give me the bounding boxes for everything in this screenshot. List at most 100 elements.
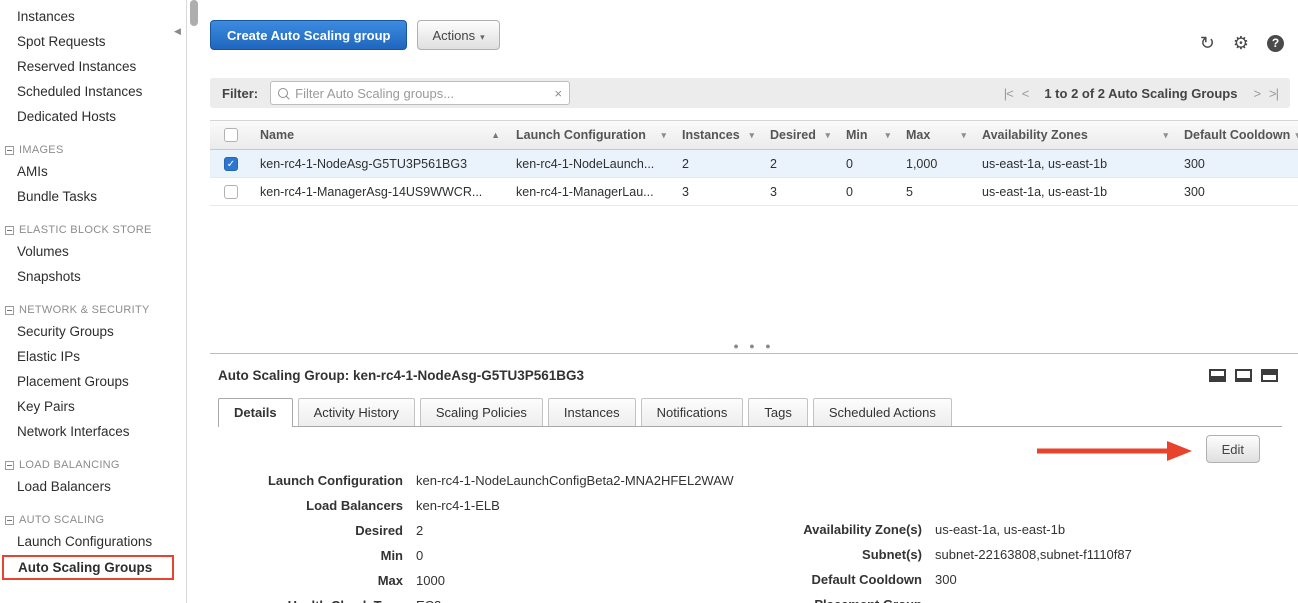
- detail-field-min: Min0: [218, 548, 732, 564]
- collapse-section-icon: [5, 146, 14, 155]
- column-label: Default Cooldown: [1184, 128, 1290, 142]
- tab-scheduled-actions[interactable]: Scheduled Actions: [813, 398, 952, 426]
- pagination-text: 1 to 2 of 2 Auto Scaling Groups: [1044, 86, 1237, 101]
- column-header-instances[interactable]: Instances ▾: [674, 121, 762, 149]
- sidebar-section-header-elastic-block-store[interactable]: ELASTIC BLOCK STORE: [5, 224, 186, 236]
- sidebar-section-header-network-security[interactable]: NETWORK & SECURITY: [5, 304, 186, 316]
- table-row-ken-rc4-1-nodeasg-g5tu3p561bg3[interactable]: ✓ken-rc4-1-NodeAsg-G5TU3P561BG3ken-rc4-1…: [210, 150, 1298, 178]
- actions-button[interactable]: Actions ▾: [417, 20, 499, 50]
- column-header-desired[interactable]: Desired ▾: [762, 121, 838, 149]
- pane-resize-handle[interactable]: ● ● ●: [733, 341, 774, 351]
- row-checkbox-cell: ✓: [210, 150, 252, 177]
- column-label: Instances: [682, 128, 740, 142]
- tab-tags[interactable]: Tags: [748, 398, 807, 426]
- create-auto-scaling-group-button[interactable]: Create Auto Scaling group: [210, 20, 407, 50]
- sidebar-scrollbar-thumb[interactable]: [190, 0, 198, 26]
- field-value: 1000: [416, 573, 445, 589]
- sidebar-item-dedicated-hosts[interactable]: Dedicated Hosts: [0, 104, 186, 129]
- sidebar-item-reserved-instances[interactable]: Reserved Instances: [0, 54, 186, 79]
- detail-field-load-balancers: Load Balancersken-rc4-1-ELB: [218, 498, 732, 514]
- sidebar-item-scheduled-instances[interactable]: Scheduled Instances: [0, 79, 186, 104]
- field-value: subnet-22163808,subnet-f1110f87: [935, 547, 1132, 563]
- column-menu-icon[interactable]: ▾: [749, 130, 754, 141]
- column-header-availability-zones[interactable]: Availability Zones▾: [974, 121, 1176, 149]
- column-menu-icon[interactable]: ▾: [825, 130, 830, 141]
- cell-max: 5: [898, 178, 974, 205]
- field-value: 0: [416, 548, 423, 564]
- column-menu-icon[interactable]: ▾: [1163, 130, 1168, 141]
- help-icon[interactable]: ?: [1267, 35, 1284, 52]
- column-header-default-cooldown[interactable]: Default Cooldown▾: [1176, 121, 1298, 149]
- pane-layout-bottom-icon[interactable]: [1209, 369, 1226, 382]
- last-page-icon[interactable]: >|: [1269, 86, 1278, 101]
- refresh-icon[interactable]: ↻: [1200, 34, 1215, 52]
- next-page-icon[interactable]: >: [1253, 86, 1260, 101]
- cell-max: 1,000: [898, 150, 974, 177]
- actions-button-label: Actions: [432, 28, 475, 43]
- filter-input[interactable]: [295, 86, 548, 101]
- sidebar-section-header-auto-scaling[interactable]: AUTO SCALING: [5, 514, 186, 526]
- row-checkbox-checked-icon[interactable]: ✓: [224, 157, 238, 171]
- detail-field-desired: Desired2: [218, 523, 732, 539]
- sidebar-item-volumes[interactable]: Volumes: [0, 239, 186, 264]
- column-label: Name: [260, 128, 294, 142]
- field-label: Default Cooldown: [732, 572, 922, 588]
- field-label: Launch Configuration: [218, 473, 403, 489]
- column-header-launch-configuration[interactable]: Launch Configuration▾: [508, 121, 674, 149]
- search-icon: [278, 88, 288, 98]
- cell-name: ken-rc4-1-NodeAsg-G5TU3P561BG3: [252, 150, 508, 177]
- prev-page-icon[interactable]: <: [1022, 86, 1029, 101]
- sidebar-item-instances[interactable]: Instances: [0, 4, 186, 29]
- sidebar-section-header-load-balancing[interactable]: LOAD BALANCING: [5, 459, 186, 471]
- tab-activity-history[interactable]: Activity History: [298, 398, 415, 426]
- chevron-down-icon: ▾: [480, 32, 485, 42]
- sidebar-item-load-balancers[interactable]: Load Balancers: [0, 474, 186, 499]
- sidebar-section-header-images[interactable]: IMAGES: [5, 144, 186, 156]
- tab-scaling-policies[interactable]: Scaling Policies: [420, 398, 543, 426]
- settings-gear-icon[interactable]: ⚙: [1233, 34, 1249, 52]
- sidebar-item-network-interfaces[interactable]: Network Interfaces: [0, 419, 186, 444]
- cell-name: ken-rc4-1-ManagerAsg-14US9WWCR...: [252, 178, 508, 205]
- field-label: Load Balancers: [218, 498, 403, 514]
- sidebar-item-placement-groups[interactable]: Placement Groups: [0, 369, 186, 394]
- column-header-max[interactable]: Max▾: [898, 121, 974, 149]
- select-all-checkbox[interactable]: [224, 128, 238, 142]
- column-header-min[interactable]: Min▾: [838, 121, 898, 149]
- details-panel: ● ● ● Auto Scaling Group: ken-rc4-1-Node…: [210, 353, 1298, 603]
- table-row-ken-rc4-1-managerasg-14us9wwcr[interactable]: ken-rc4-1-ManagerAsg-14US9WWCR...ken-rc4…: [210, 178, 1298, 206]
- column-menu-icon[interactable]: ▾: [661, 130, 666, 141]
- collapse-section-icon: [5, 516, 14, 525]
- sidebar-item-spot-requests[interactable]: Spot Requests: [0, 29, 186, 54]
- select-all-cell: [210, 121, 252, 149]
- section-header-label: LOAD BALANCING: [19, 459, 120, 471]
- column-menu-icon[interactable]: ▾: [961, 130, 966, 141]
- column-header-name[interactable]: Name▲: [252, 121, 508, 149]
- row-checkbox-icon[interactable]: [224, 185, 238, 199]
- tab-details[interactable]: Details: [218, 398, 293, 427]
- sidebar-item-amis[interactable]: AMIs: [0, 159, 186, 184]
- sidebar-item-key-pairs[interactable]: Key Pairs: [0, 394, 186, 419]
- sidebar-item-snapshots[interactable]: Snapshots: [0, 264, 186, 289]
- sidebar-item-security-groups[interactable]: Security Groups: [0, 319, 186, 344]
- sidebar-item-bundle-tasks[interactable]: Bundle Tasks: [0, 184, 186, 209]
- pane-layout-split-icon[interactable]: [1235, 369, 1252, 382]
- pane-layout-full-icon[interactable]: [1261, 369, 1278, 382]
- first-page-icon[interactable]: |<: [1004, 86, 1013, 101]
- sidebar-item-launch-configurations[interactable]: Launch Configurations: [0, 529, 186, 554]
- clear-filter-icon[interactable]: ×: [555, 86, 563, 101]
- edit-row: Edit: [218, 427, 1290, 473]
- tab-instances[interactable]: Instances: [548, 398, 636, 426]
- column-label: Desired: [770, 128, 816, 142]
- field-label: Subnet(s): [732, 547, 922, 563]
- sidebar-collapse-icon[interactable]: ◀: [174, 26, 181, 37]
- section-header-label: IMAGES: [19, 144, 64, 156]
- utility-icons: ↻ ⚙ ?: [1200, 34, 1284, 52]
- details-fields-left: Launch Configurationken-rc4-1-NodeLaunch…: [218, 473, 732, 603]
- column-menu-icon[interactable]: ▾: [885, 130, 890, 141]
- sidebar-item-elastic-ips[interactable]: Elastic IPs: [0, 344, 186, 369]
- field-label: Health Check Type: [218, 598, 403, 603]
- tab-notifications[interactable]: Notifications: [641, 398, 744, 426]
- collapse-section-icon: [5, 306, 14, 315]
- edit-button[interactable]: Edit: [1206, 435, 1260, 463]
- sidebar-item-auto-scaling-groups[interactable]: Auto Scaling Groups: [2, 555, 174, 580]
